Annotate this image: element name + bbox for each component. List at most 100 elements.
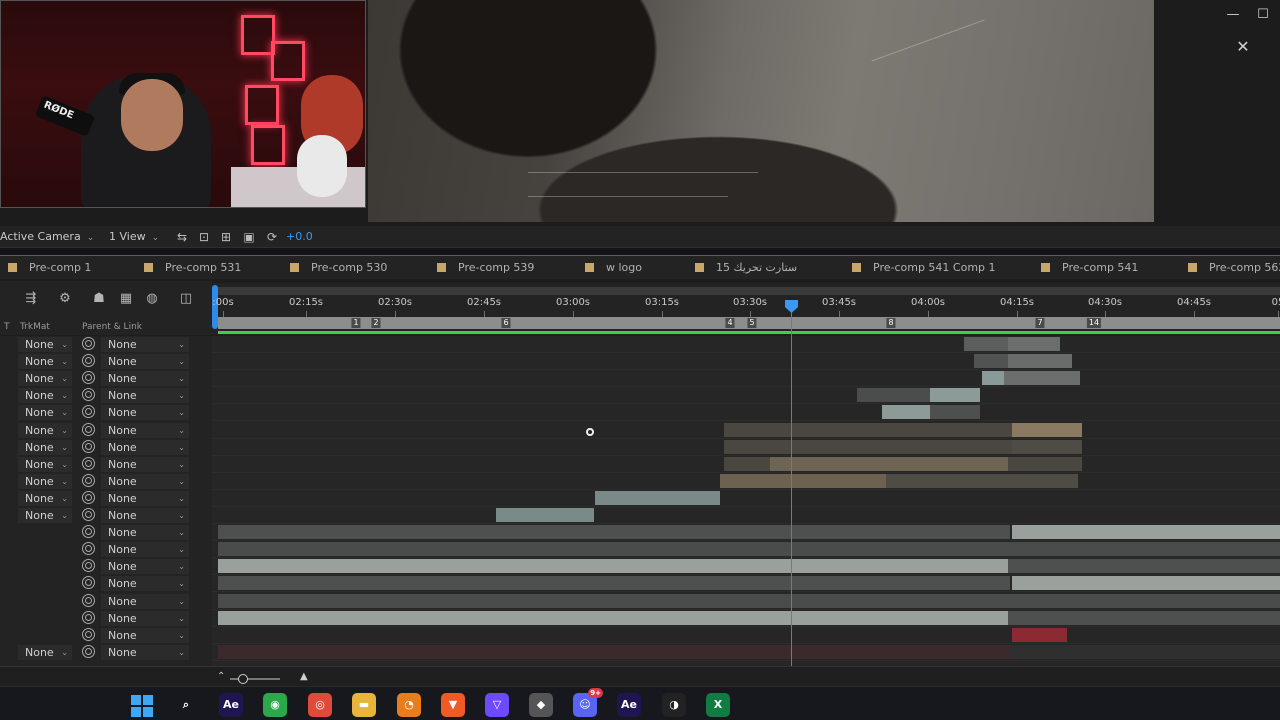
parent-dropdown[interactable]: None ⌄ bbox=[101, 491, 189, 506]
parent-pickwhip-icon[interactable] bbox=[82, 457, 95, 470]
parent-dropdown[interactable]: None ⌄ bbox=[101, 542, 189, 557]
file-explorer-taskbar-icon[interactable]: ▬ bbox=[352, 693, 376, 717]
parent-dropdown[interactable]: None ⌄ bbox=[101, 388, 189, 403]
trkmat-dropdown[interactable]: None ⌄ bbox=[18, 474, 72, 489]
trkmat-dropdown[interactable]: None ⌄ bbox=[18, 405, 72, 420]
parent-pickwhip-icon[interactable] bbox=[82, 474, 95, 487]
parent-dropdown[interactable]: None ⌄ bbox=[101, 645, 189, 660]
comp-marker[interactable]: 2 bbox=[371, 318, 381, 328]
active-camera-dropdown[interactable]: Active Camera ⌄ bbox=[0, 230, 94, 243]
layer-duration-bar[interactable] bbox=[1012, 628, 1067, 642]
motion-blur-icon[interactable]: ◍ bbox=[143, 291, 161, 307]
layer-duration-bar[interactable] bbox=[1008, 354, 1072, 368]
layer-duration-bar[interactable] bbox=[724, 457, 770, 471]
comp-marker[interactable]: 14 bbox=[1086, 318, 1102, 328]
trkmat-dropdown[interactable]: None ⌄ bbox=[18, 440, 72, 455]
layer-duration-bar[interactable] bbox=[1010, 645, 1280, 659]
parent-pickwhip-icon[interactable] bbox=[82, 559, 95, 572]
parent-dropdown[interactable]: None ⌄ bbox=[101, 576, 189, 591]
layer-duration-bar[interactable] bbox=[1008, 457, 1082, 471]
layer-duration-bar[interactable] bbox=[1012, 576, 1280, 590]
start-button[interactable] bbox=[131, 695, 153, 717]
parent-pickwhip-icon[interactable] bbox=[82, 354, 95, 367]
comp-marker[interactable]: 1 bbox=[351, 318, 361, 328]
excel-taskbar-icon[interactable]: X bbox=[706, 693, 730, 717]
parent-dropdown[interactable]: None ⌄ bbox=[101, 559, 189, 574]
column-parent-link[interactable]: Parent & Link bbox=[82, 322, 142, 332]
time-navigator[interactable] bbox=[214, 287, 1280, 295]
trkmat-dropdown[interactable]: None ⌄ bbox=[18, 491, 72, 506]
parent-pickwhip-icon[interactable] bbox=[82, 440, 95, 453]
parent-pickwhip-icon[interactable] bbox=[82, 576, 95, 589]
parent-dropdown[interactable]: None ⌄ bbox=[101, 440, 189, 455]
blender-taskbar-icon[interactable]: ◔ bbox=[397, 693, 421, 717]
minimize-button[interactable]: — bbox=[1224, 6, 1242, 24]
trkmat-dropdown[interactable]: None ⌄ bbox=[18, 337, 72, 352]
parent-pickwhip-icon[interactable] bbox=[82, 508, 95, 521]
proton-vpn-taskbar-icon[interactable]: ▽ bbox=[485, 693, 509, 717]
view-layout-dropdown[interactable]: 1 View ⌄ bbox=[109, 230, 159, 243]
shy-layers-icon[interactable]: ☗ bbox=[90, 291, 108, 307]
layer-duration-bar[interactable] bbox=[496, 508, 594, 522]
reset-exposure-icon[interactable]: ⟳ bbox=[265, 230, 279, 244]
parent-dropdown[interactable]: None ⌄ bbox=[101, 611, 189, 626]
layer-duration-bar[interactable] bbox=[886, 474, 1078, 488]
chrome-taskbar-icon[interactable]: ◎ bbox=[308, 693, 332, 717]
after-effects-taskbar-icon[interactable]: Ae bbox=[219, 693, 243, 717]
parent-dropdown[interactable]: None ⌄ bbox=[101, 371, 189, 386]
layer-duration-bar[interactable] bbox=[770, 457, 1008, 471]
toggle-view-icon[interactable]: ⇆ bbox=[175, 230, 189, 244]
time-ruler[interactable]: :00s 02:15s 02:30s 02:45s 03:00s 03:15s 03:30s… bbox=[212, 283, 1280, 335]
parent-dropdown[interactable]: None ⌄ bbox=[101, 354, 189, 369]
discord-taskbar-icon[interactable]: ☺ 9+ bbox=[573, 688, 603, 717]
layer-duration-bar[interactable] bbox=[218, 559, 1008, 573]
trkmat-dropdown[interactable]: None ⌄ bbox=[18, 388, 72, 403]
zoom-in-icon[interactable]: ▲ bbox=[300, 671, 308, 682]
composition-flowchart-icon[interactable]: ⇶ bbox=[22, 291, 40, 307]
layer-duration-bar[interactable] bbox=[857, 388, 930, 402]
current-time-indicator[interactable] bbox=[791, 303, 792, 666]
layer-duration-bar[interactable] bbox=[218, 542, 1010, 556]
exposure-value[interactable]: +0.0 bbox=[286, 230, 313, 243]
parent-dropdown[interactable]: None ⌄ bbox=[101, 525, 189, 540]
parent-dropdown[interactable]: None ⌄ bbox=[101, 508, 189, 523]
comp-tab[interactable]: Pre-comp 539 bbox=[437, 261, 534, 274]
unity-taskbar-icon[interactable]: ◆ bbox=[529, 693, 553, 717]
search-taskbar-icon[interactable]: ⌕ bbox=[174, 693, 198, 717]
comp-tab[interactable]: Pre-comp 531 bbox=[144, 261, 241, 274]
parent-pickwhip-icon[interactable] bbox=[82, 405, 95, 418]
parent-dropdown[interactable]: None ⌄ bbox=[101, 594, 189, 609]
layer-duration-bar[interactable] bbox=[974, 354, 1008, 368]
layer-duration-bar[interactable] bbox=[218, 576, 1010, 590]
comp-marker[interactable]: 4 bbox=[725, 318, 735, 328]
layer-duration-bar[interactable] bbox=[964, 337, 1008, 351]
region-of-interest-icon[interactable]: ⊡ bbox=[197, 230, 211, 244]
layer-duration-bar[interactable] bbox=[595, 491, 720, 505]
layer-duration-bar[interactable] bbox=[1012, 440, 1082, 454]
photo-app-taskbar-icon[interactable]: ◉ bbox=[263, 693, 287, 717]
comp-marker[interactable]: 6 bbox=[501, 318, 511, 328]
comp-tab[interactable]: Pre-comp 541 Comp 1 bbox=[852, 261, 996, 274]
comp-marker[interactable]: 5 bbox=[747, 318, 757, 328]
parent-pickwhip-icon[interactable] bbox=[82, 628, 95, 641]
parent-dropdown[interactable]: None ⌄ bbox=[101, 457, 189, 472]
parent-dropdown[interactable]: None ⌄ bbox=[101, 337, 189, 352]
comp-tab[interactable]: ستارت تحريك 15 bbox=[695, 261, 797, 274]
parent-pickwhip-icon[interactable] bbox=[82, 645, 95, 658]
layer-duration-bar[interactable] bbox=[724, 440, 1012, 454]
layer-duration-bar[interactable] bbox=[218, 645, 1010, 659]
graph-editor-icon[interactable]: ◫ bbox=[177, 291, 195, 307]
parent-pickwhip-icon[interactable] bbox=[82, 611, 95, 624]
layer-duration-bar[interactable] bbox=[1008, 337, 1060, 351]
layer-duration-bar[interactable] bbox=[218, 611, 1008, 625]
comp-marker[interactable]: 8 bbox=[886, 318, 896, 328]
layer-duration-bar[interactable] bbox=[930, 388, 980, 402]
parent-pickwhip-icon[interactable] bbox=[82, 337, 95, 350]
column-trkmat[interactable]: TrkMat bbox=[20, 322, 50, 332]
parent-pickwhip-icon[interactable] bbox=[82, 371, 95, 384]
comp-marker[interactable]: 7 bbox=[1035, 318, 1045, 328]
comp-tab[interactable]: Pre-comp 1 bbox=[8, 261, 91, 274]
comp-tab[interactable]: Pre-comp 562 bbox=[1188, 261, 1280, 274]
layer-duration-bar[interactable] bbox=[724, 423, 1012, 437]
layer-duration-bar[interactable] bbox=[1008, 559, 1280, 573]
